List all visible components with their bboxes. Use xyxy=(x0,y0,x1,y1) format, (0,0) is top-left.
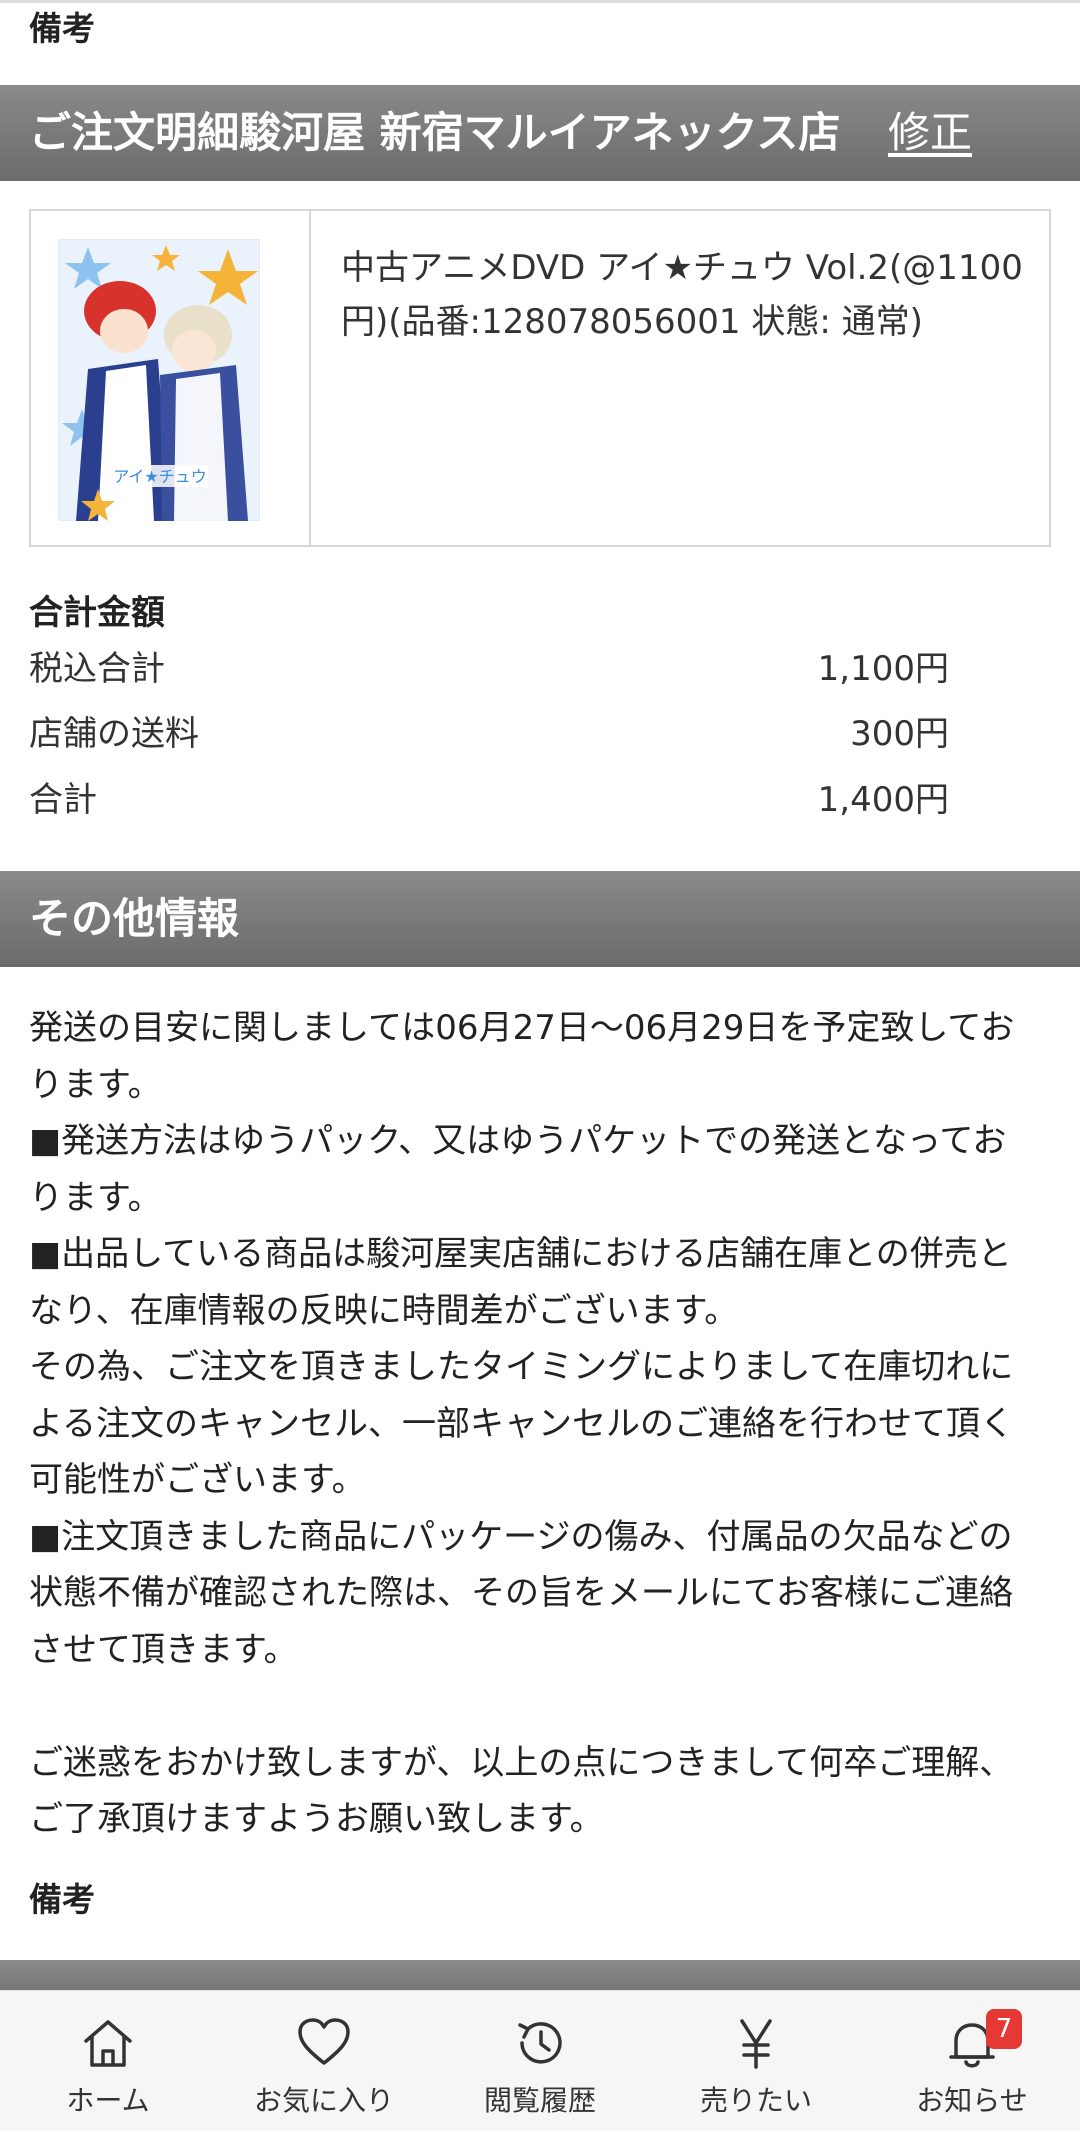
tab-favorites-label: お気に入り xyxy=(253,2084,394,2117)
product-description[interactable]: 中古アニメDVD アイ★チュウ Vol.2(@1100円)(品番:1280780… xyxy=(341,241,1031,349)
home-icon xyxy=(84,2020,132,2067)
shipping-row: 店舗の送料 300円 xyxy=(29,706,949,756)
shipping-label: 店舗の送料 xyxy=(29,714,199,754)
grand-total-label: 合計 xyxy=(29,780,97,820)
other-info-body: 発送の目安に関しましては06月27日〜06月29日を予定致しております。 ■発送… xyxy=(29,1008,1015,1839)
svg-text:アイ★チュウ: アイ★チュウ xyxy=(113,467,207,486)
tab-history-label: 閲覧履歴 xyxy=(483,2084,596,2117)
subtotal-label: 税込合計 xyxy=(29,649,165,689)
other-info-header: その他情報 xyxy=(0,871,1080,967)
history-icon xyxy=(518,2022,562,2064)
edit-link[interactable]: 修正 xyxy=(888,85,972,181)
order-details-title: ご注文明細駿河屋 新宿マルイアネックス店 xyxy=(29,108,841,157)
subtotal-value: 1,100円 xyxy=(817,649,949,689)
totals-heading: 合計金額 xyxy=(29,593,165,633)
bottom-tab-bar: ホーム お気に入り 閲覧履歴 売りたい 7 お知らせ xyxy=(0,1990,1080,2131)
subtotal-row: 税込合計 1,100円 xyxy=(29,641,949,691)
tab-sell[interactable]: 売りたい xyxy=(648,1991,864,2132)
remarks-heading-bottom: 備考 xyxy=(29,1880,95,1919)
yen-icon xyxy=(740,2019,772,2069)
order-details-header: ご注文明細駿河屋 新宿マルイアネックス店 修正 xyxy=(0,85,1080,181)
product-thumbnail-cell: アイ★チュウ xyxy=(31,211,311,545)
heart-icon xyxy=(298,2018,350,2065)
tab-favorites[interactable]: お気に入り xyxy=(216,1991,432,2132)
grand-total-row: 合計 1,400円 xyxy=(29,772,949,822)
product-thumbnail[interactable]: アイ★チュウ xyxy=(58,239,260,521)
tab-notifications-label: お知らせ xyxy=(916,2084,1028,2117)
top-divider xyxy=(0,0,1080,3)
other-info-title: その他情報 xyxy=(29,894,240,943)
remarks-header-bar xyxy=(0,1960,1080,1990)
product-item[interactable]: アイ★チュウ 中古アニメDVD アイ★チュウ Vol.2(@1100円)(品番:… xyxy=(29,209,1051,547)
tab-notifications[interactable]: 7 お知らせ xyxy=(864,1991,1080,2132)
tab-home[interactable]: ホーム xyxy=(0,1991,216,2132)
tab-home-label: ホーム xyxy=(66,2084,150,2117)
shipping-value: 300円 xyxy=(850,714,949,754)
notification-badge: 7 xyxy=(986,2009,1022,2049)
grand-total-value: 1,400円 xyxy=(817,780,949,820)
remarks-heading-top: 備考 xyxy=(29,9,95,48)
tab-history[interactable]: 閲覧履歴 xyxy=(432,1991,648,2132)
tab-sell-label: 売りたい xyxy=(699,2084,812,2117)
